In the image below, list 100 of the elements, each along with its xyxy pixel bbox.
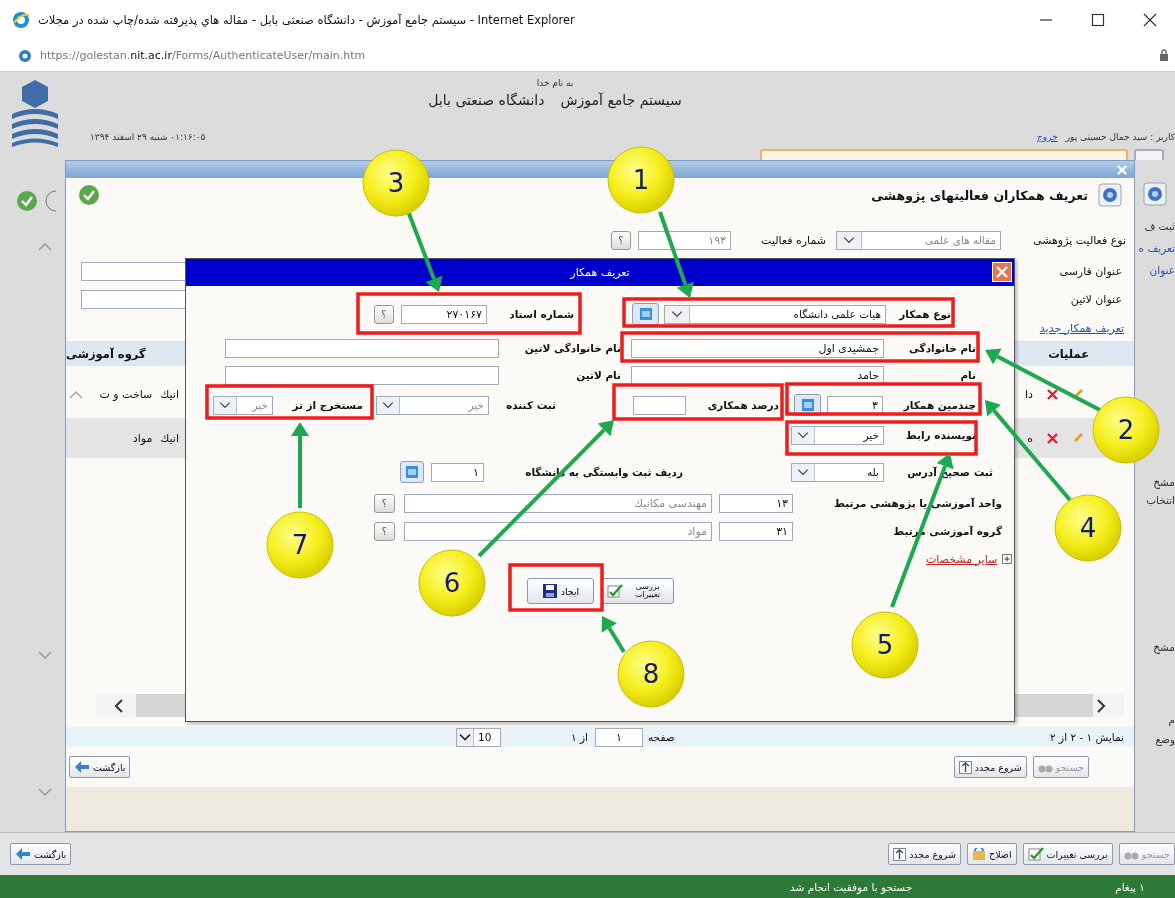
check-icon[interactable]: [78, 184, 100, 206]
page-field[interactable]: ۱: [594, 727, 643, 747]
caret-icon: [837, 231, 862, 249]
coworker-type-dropdown[interactable]: هیات علمی دانشگاه: [664, 304, 886, 324]
table-cell: انیك: [160, 431, 179, 445]
more-details-link[interactable]: سایر مشخصات: [926, 552, 998, 566]
form-title: تعریف همکاران فعالیتهای پژوهشی: [871, 187, 1088, 203]
edit-button[interactable]: اصلاح: [967, 843, 1017, 865]
date-time: ۰۱:۱۶:۰۵ شنبه ۲۹ اسفند ۱۳۹۴: [90, 132, 206, 142]
latin-first-name-field[interactable]: [225, 365, 499, 385]
field-label: عنوان فارسی: [1058, 264, 1122, 278]
unit-name-field[interactable]: مهندسی مکانیك: [404, 493, 712, 513]
window-icon: [405, 465, 419, 479]
check-button[interactable]: بررسی تغییرات: [602, 578, 674, 604]
activity-number-field[interactable]: ۱۹۳: [638, 230, 731, 250]
chevron-left-icon[interactable]: [114, 698, 123, 713]
column-header: گروه آموزشی: [66, 346, 146, 361]
address-dropdown[interactable]: بله: [791, 462, 884, 482]
help-icon[interactable]: [1098, 183, 1122, 207]
last-name-field[interactable]: جمشیدی اول: [631, 338, 884, 358]
field-label: عنوان لاتین: [1069, 292, 1122, 306]
field-label: نوع فعالیت پژوهشی: [1032, 233, 1126, 247]
chevron-up-icon[interactable]: [38, 242, 52, 251]
field-label: چندمین همکار: [902, 399, 976, 411]
lookup-button[interactable]: ؟: [611, 230, 631, 250]
maximize-icon[interactable]: [1091, 13, 1105, 27]
side-text: مشخ: [1153, 641, 1175, 653]
field-label: نام خانوادگی: [908, 342, 976, 354]
activity-type-dropdown[interactable]: مقاله های علمی: [836, 230, 1001, 250]
browser-logo-icon: [12, 11, 30, 29]
table-cell: مواد: [132, 431, 153, 445]
window-title: سیستم جامع آموزش - دانشگاه صنعتی بابل - مقاله هاي پذيرفته شده/چاپ شده در مجلات - Internet Explorer: [38, 13, 575, 27]
status-message: جستجو با موفقیت انجام شد: [790, 880, 913, 893]
side-text: تعریف ه: [1138, 242, 1175, 254]
caret-icon: [377, 396, 400, 414]
table-cell: ساخت و ت: [99, 387, 153, 401]
select-button[interactable]: [632, 303, 659, 325]
title-field[interactable]: [81, 289, 186, 309]
unit-code-field[interactable]: ۱۳: [719, 493, 793, 513]
chevron-down-icon[interactable]: [38, 788, 52, 797]
university-name: دانشگاه صنعتی بابل: [428, 92, 545, 108]
callout-marker: 3: [362, 149, 430, 217]
group-code-field[interactable]: ۳۱: [719, 521, 793, 541]
tab[interactable]: [1134, 149, 1164, 160]
back-button[interactable]: بازگشت: [10, 843, 72, 865]
group-name-field[interactable]: مواد: [404, 521, 712, 541]
field-label: ثبت کننده: [505, 399, 556, 411]
registrar-dropdown[interactable]: خیر: [376, 395, 489, 415]
expand-icon[interactable]: [1002, 554, 1013, 564]
create-button[interactable]: ایجاد: [527, 578, 594, 604]
callout-marker: 2: [1092, 396, 1160, 464]
field-label: نام لاتین: [575, 369, 621, 381]
window-icon: [800, 398, 815, 412]
field-label: نام خانوادگی لاتین: [523, 342, 621, 354]
message-count: ۱ پیغام: [1115, 880, 1145, 893]
affiliation-row-field[interactable]: ۱: [431, 462, 484, 482]
thesis-dropdown[interactable]: خیر: [213, 395, 273, 415]
check-button[interactable]: بررسی تغییرات: [1022, 843, 1113, 865]
delete-icon[interactable]: [1047, 432, 1058, 444]
table-cell: ه: [1027, 431, 1033, 445]
delete-icon[interactable]: [1047, 388, 1058, 400]
check-icon[interactable]: [16, 190, 38, 212]
restart-button[interactable]: شروع مجدد: [953, 756, 1027, 778]
lookup-button[interactable]: ؟: [374, 521, 395, 541]
page-size-dropdown[interactable]: 10: [456, 727, 501, 747]
caret-icon: [792, 426, 815, 444]
close-icon[interactable]: [1143, 13, 1157, 27]
user-name: کاربر : سید جمال حسینی پور: [1065, 132, 1175, 142]
help-icon[interactable]: [1143, 182, 1167, 206]
greeting-text: به نام خدا: [536, 78, 574, 88]
new-coworker-link[interactable]: تعریف همکار جدید: [1039, 321, 1124, 335]
field-label: شماره استاد: [508, 308, 574, 320]
lock-icon: [1159, 49, 1169, 62]
chevron-down-icon[interactable]: [38, 651, 52, 660]
check-icon: [606, 584, 623, 598]
restart-button[interactable]: شروع مجدد: [888, 843, 962, 865]
arrow-left-icon: [74, 760, 90, 774]
lookup-button[interactable]: ؟: [374, 493, 395, 513]
up-arrow-icon: [958, 760, 972, 774]
lookup-button[interactable]: ؟: [374, 304, 394, 324]
side-text: ثبت ف: [1144, 220, 1175, 232]
system-name: سیستم جامع آموزش: [560, 92, 682, 108]
back-button[interactable]: بازگشت: [69, 756, 131, 778]
professor-number-field[interactable]: ۲۷۰۱۶۷: [401, 304, 487, 324]
chevron-right-icon[interactable]: [1097, 698, 1106, 713]
percent-field[interactable]: [633, 395, 686, 415]
arrow-left-icon: [15, 847, 31, 861]
corresponding-author-dropdown[interactable]: خیر: [791, 425, 884, 445]
logout-link[interactable]: خروج: [1037, 132, 1058, 142]
select-button[interactable]: [400, 461, 424, 483]
table-cell: انیك: [160, 387, 179, 401]
pencil-icon[interactable]: [1072, 432, 1084, 444]
address-field[interactable]: https://golestan.nit.ac.ir/Forms/AuthenticateUser/main.htm: [40, 49, 366, 62]
latin-last-name-field[interactable]: [225, 338, 499, 358]
table-cell: دا: [1025, 387, 1033, 401]
field-label: نام: [959, 369, 976, 381]
column-header: عملیات: [1048, 346, 1089, 361]
chevron-up-icon[interactable]: [69, 389, 83, 399]
tab[interactable]: [760, 149, 1128, 160]
title-field[interactable]: [81, 261, 186, 281]
